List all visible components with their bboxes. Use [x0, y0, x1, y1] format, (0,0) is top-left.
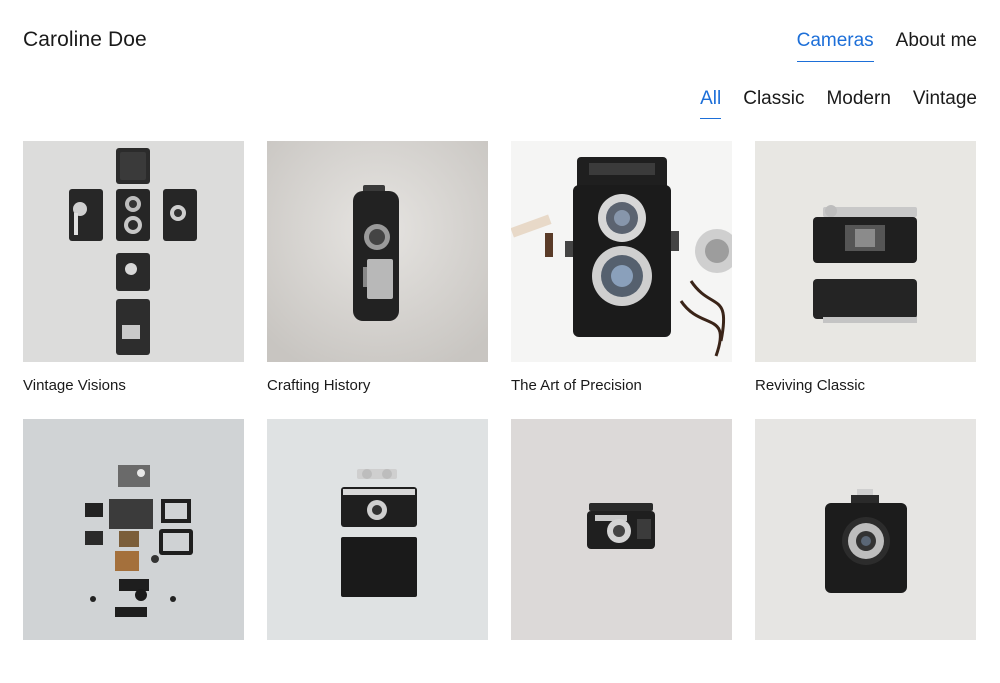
category-filter: All Classic Modern Vintage [700, 86, 977, 119]
site-header: Caroline Doe Cameras About me [0, 0, 1000, 80]
gallery-title[interactable]: Reviving Classic [755, 377, 976, 405]
gallery-title[interactable] [511, 655, 732, 683]
gallery-card[interactable] [511, 419, 732, 683]
gallery-image[interactable] [511, 141, 732, 362]
gallery-card[interactable]: The Art of Precision [511, 141, 732, 405]
gallery-title[interactable]: Vintage Visions [23, 377, 244, 405]
gallery-image[interactable] [267, 419, 488, 640]
filter-vintage[interactable]: Vintage [913, 86, 977, 119]
gallery-image[interactable] [23, 141, 244, 362]
filter-modern[interactable]: Modern [826, 86, 890, 119]
gallery-title[interactable] [267, 655, 488, 683]
gallery-image[interactable] [511, 419, 732, 640]
site-brand[interactable]: Caroline Doe [23, 28, 147, 52]
gallery-title[interactable]: Crafting History [267, 377, 488, 405]
gallery-image[interactable] [755, 141, 976, 362]
nav-about-link[interactable]: About me [896, 28, 977, 62]
gallery-title[interactable] [755, 655, 976, 683]
gallery-image[interactable] [267, 141, 488, 362]
gallery-card[interactable]: Vintage Visions [23, 141, 244, 405]
gallery-image[interactable] [23, 419, 244, 640]
filter-classic[interactable]: Classic [743, 86, 804, 119]
gallery-card[interactable] [267, 419, 488, 683]
gallery-card[interactable]: Crafting History [267, 141, 488, 405]
gallery-card[interactable] [755, 419, 976, 683]
nav-cameras-link[interactable]: Cameras [796, 28, 874, 62]
gallery-image[interactable] [755, 419, 976, 640]
main-nav: Cameras About me [796, 28, 977, 62]
filter-all[interactable]: All [700, 86, 722, 119]
gallery-title[interactable] [23, 655, 244, 683]
gallery-card[interactable]: Reviving Classic [755, 141, 976, 405]
gallery-title[interactable]: The Art of Precision [511, 377, 732, 405]
gallery-grid: Vintage Visions Crafting History The Art… [23, 141, 977, 683]
gallery-card[interactable] [23, 419, 244, 683]
